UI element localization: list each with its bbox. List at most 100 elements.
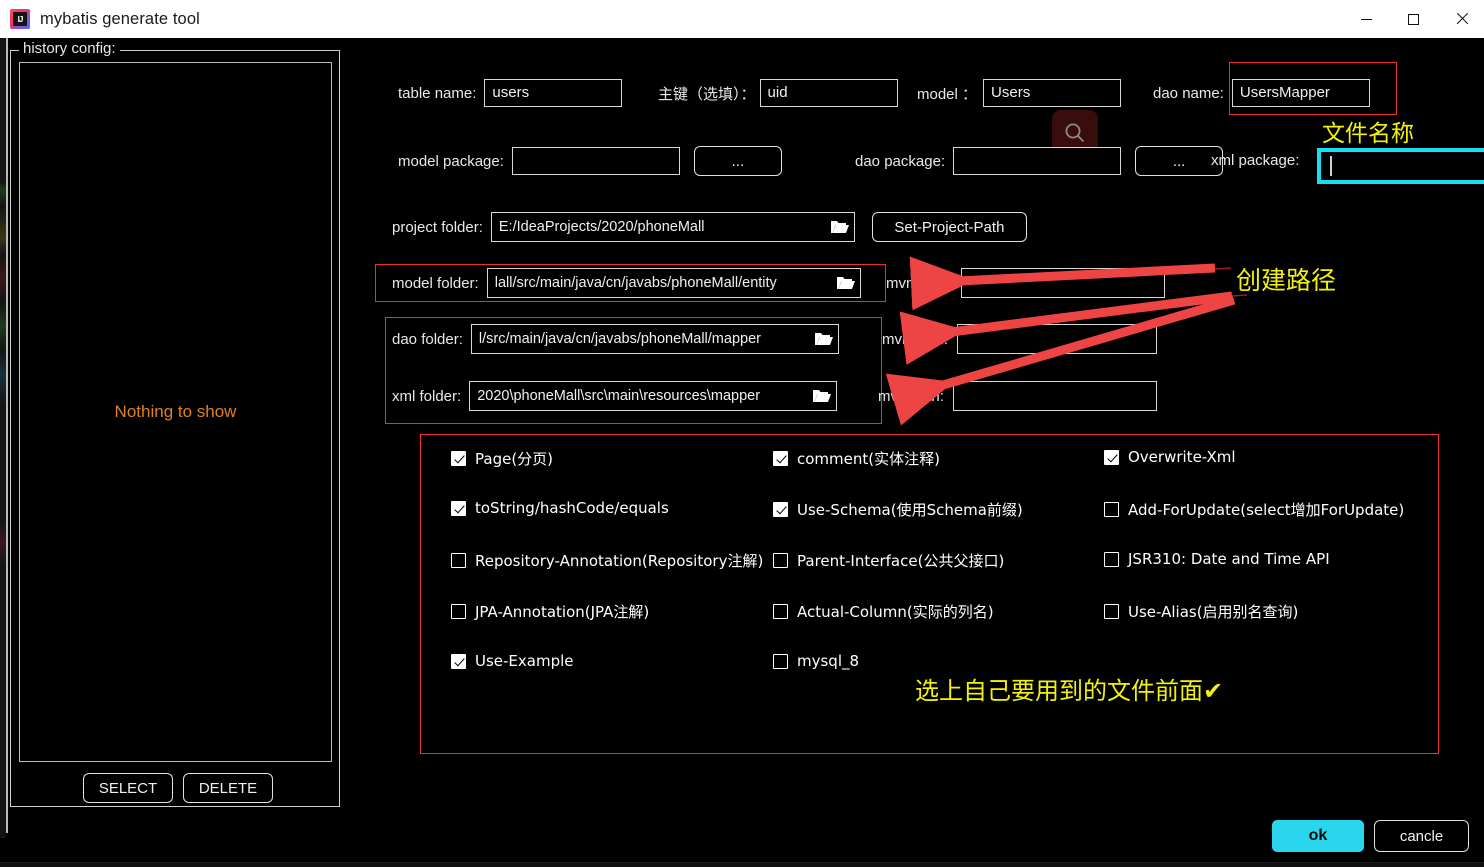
project-folder-input[interactable]: E:/IdeaProjects/2020/phoneMall [490,212,855,242]
taskbar-sliver [0,862,1484,867]
primary-key-input[interactable]: uid [759,79,898,107]
option-checkbox[interactable]: Add-ForUpdate(select增加ForUpdate) [1104,499,1404,520]
dao-folder-field-group: dao folder: l/src/main/java/cn/javabs/ph… [392,324,839,354]
model-label: model ： [917,85,978,103]
dao-mvn-path-input[interactable] [956,324,1157,354]
minimize-icon [1361,18,1372,20]
xml-folder-label: xml folder: [392,387,462,405]
dao-package-browse-button[interactable]: ... [1135,146,1224,176]
cancel-button[interactable]: cancle [1374,820,1469,852]
window-title: mybatis generate tool [40,9,200,28]
model-package-browse-button[interactable]: ... [693,146,782,176]
checkbox-checked-icon [451,500,466,516]
model-package-input[interactable] [511,147,680,175]
checkbox-checked-icon [1104,449,1119,465]
option-checkbox[interactable]: Overwrite-Xml [1104,448,1236,466]
option-label: Repository-Annotation(Repository注解) [475,552,764,570]
table-name-label: table name: [398,84,477,102]
option-label: comment(实体注释) [797,450,940,468]
xml-package-text-caret [1330,156,1332,176]
dao-mvn-path-label: mvn path: [882,330,948,348]
table-name-input[interactable]: users [484,79,623,107]
folder-open-icon[interactable] [812,388,832,404]
checkbox-unchecked-icon [773,653,788,669]
option-checkbox[interactable]: Use-Example [451,652,574,670]
folder-open-icon[interactable] [814,331,834,347]
model-field-group: model ： Users [917,79,1122,107]
options-panel: Page(分页) comment(实体注释) Overwrite-Xml toStri… [420,434,1439,754]
project-folder-label: project folder: [392,218,483,236]
option-label: JSR310: Date and Time API [1128,550,1330,568]
option-checkbox[interactable]: toString/hashCode/equals [451,499,669,517]
dao-package-input[interactable] [953,147,1122,175]
maximize-icon [1408,13,1419,25]
option-checkbox[interactable]: mysql_8 [773,652,859,670]
option-checkbox[interactable]: comment(实体注释) [773,448,940,469]
history-empty-message: Nothing to show [114,402,237,421]
option-checkbox[interactable]: JPA-Annotation(JPA注解) [451,601,649,622]
checkbox-unchecked-icon [451,604,466,619]
model-input[interactable]: Users [983,79,1122,107]
option-checkbox[interactable]: Actual-Column(实际的列名) [773,601,994,622]
xml-folder-input[interactable]: 2020\phoneMall\src\main\resources\mapper [469,381,838,411]
option-checkbox[interactable]: JSR310: Date and Time API [1104,550,1330,568]
minimize-button[interactable] [1343,0,1390,38]
xml-mvn-path-input[interactable] [952,381,1157,411]
history-config-legend: history config: [19,40,120,57]
select-button[interactable]: SELECT [83,773,173,803]
intellij-idea-icon: IJ [10,9,30,29]
ok-button[interactable]: ok [1272,820,1364,852]
close-button[interactable] [1437,0,1484,38]
xml-package-input[interactable] [1317,148,1484,184]
dao-folder-input[interactable]: l/src/main/java/cn/javabs/phoneMall/mapp… [470,324,839,354]
xml-package-label: xml package: [1211,152,1300,169]
option-label: Use-Schema(使用Schema前缀) [797,501,1023,519]
option-label: mysql_8 [797,652,860,670]
window-controls [1343,0,1484,38]
application-window: IJ mybatis generate tool history config:… [0,0,1484,867]
option-label: Use-Alias(启用别名查询) [1128,603,1299,621]
dao-name-input[interactable]: UsersMapper [1231,79,1370,107]
delete-button[interactable]: DELETE [183,773,273,803]
dao-package-field-group: dao package: ... [855,146,1224,176]
option-label: JPA-Annotation(JPA注解) [475,603,650,621]
xml-folder-value: 2020\phoneMall\src\main\resources\mapper [477,388,761,404]
dao-folder-label: dao folder: [392,330,463,348]
project-folder-field-group: project folder: E:/IdeaProjects/2020/pho… [392,212,1027,242]
option-checkbox[interactable]: Parent-Interface(公共父接口) [773,550,1004,571]
model-folder-label: model folder: [392,274,479,292]
checkbox-unchecked-icon [773,553,788,568]
xml-folder-field-group: xml folder: 2020\phoneMall\src\main\reso… [392,381,838,411]
model-folder-input[interactable]: lall/src/main/java/cn/javabs/phoneMall/e… [486,268,861,298]
xml-mvn-path-field-group: mvn path: [878,381,1157,411]
checkbox-checked-icon [773,502,788,517]
checkbox-checked-icon [773,451,788,466]
checkbox-unchecked-icon [1104,551,1119,567]
checkbox-unchecked-icon [773,604,788,619]
option-checkbox[interactable]: Use-Alias(启用别名查询) [1104,601,1298,622]
search-icon [1065,123,1084,142]
xml-mvn-path-label: mvn path: [878,387,944,405]
model-mvn-path-field-group: mvn path: [886,268,1165,298]
model-folder-field-group: model folder: lall/src/main/java/cn/java… [392,268,861,298]
project-folder-value: E:/IdeaProjects/2020/phoneMall [498,219,705,235]
set-project-path-button[interactable]: Set-Project-Path [871,212,1027,242]
model-mvn-path-input[interactable] [960,268,1165,298]
model-folder-value: lall/src/main/java/cn/javabs/phoneMall/e… [494,275,777,291]
history-actions: SELECT DELETE [83,773,273,803]
option-checkbox[interactable]: Use-Schema(使用Schema前缀) [773,499,1023,520]
folder-open-icon[interactable] [830,219,850,235]
option-checkbox[interactable]: Repository-Annotation(Repository注解) [451,550,763,571]
checkbox-checked-icon [451,451,466,466]
model-mvn-path-label: mvn path: [886,274,952,292]
dao-mvn-path-field-group: mvn path: [882,324,1157,354]
option-checkbox[interactable]: Page(分页) [451,448,553,469]
folder-open-icon[interactable] [836,275,856,291]
maximize-button[interactable] [1390,0,1437,38]
history-config-list[interactable]: Nothing to show [19,62,332,762]
history-config-group: history config: Nothing to show SELECT D… [10,40,340,807]
option-label: Actual-Column(实际的列名) [797,603,994,621]
option-label: Use-Example [475,652,574,670]
option-label: Page(分页) [475,450,554,468]
checkbox-unchecked-icon [1104,502,1119,517]
